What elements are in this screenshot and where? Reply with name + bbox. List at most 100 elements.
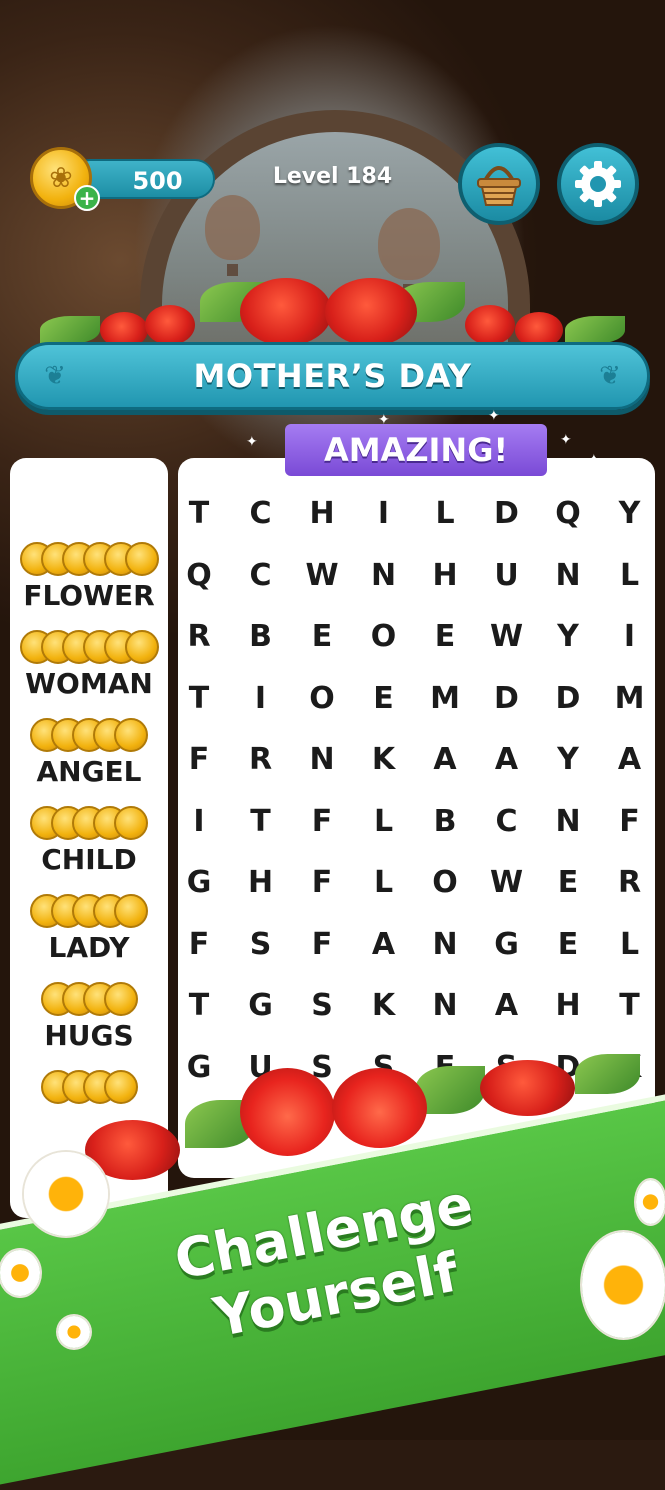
level-indicator: Level 184 [272,164,393,189]
grid-cell[interactable]: B [415,802,475,842]
grid-cell[interactable]: Q [538,494,598,534]
grid-cell[interactable]: M [415,679,475,719]
grid-cell[interactable]: T [231,802,291,842]
grid-cell[interactable]: E [292,617,352,657]
grid-cell[interactable]: K [354,740,414,780]
grid-cell[interactable]: O [415,863,475,903]
list-item: HUGS [10,982,168,1052]
list-item: ANGEL [10,718,168,788]
grid-cell[interactable]: A [477,740,537,780]
grid-cell[interactable]: L [354,802,414,842]
grid-cell[interactable]: I [600,617,660,657]
grid-cell[interactable]: N [354,556,414,596]
coin-icon [114,894,148,928]
grid-cell[interactable]: A [477,986,537,1026]
word-label: HUGS [44,1019,134,1052]
praise-ribbon: AMAZING! [285,424,547,476]
grid-cell[interactable]: R [600,863,660,903]
hot-air-balloon [205,195,260,276]
grid-cell[interactable]: A [600,740,660,780]
grid-cell[interactable]: C [231,556,291,596]
grid-cell[interactable]: T [169,986,229,1026]
grid-cell[interactable]: F [600,802,660,842]
add-coins-icon[interactable]: + [74,185,100,211]
grid-cell[interactable]: G [169,863,229,903]
grid-cell[interactable]: T [169,494,229,534]
grid-cell[interactable]: D [538,679,598,719]
grid-cell[interactable]: D [477,679,537,719]
theme-title: MOTHER’S DAY [193,357,472,395]
grid-cell[interactable]: S [231,925,291,965]
grid-cell[interactable]: F [292,802,352,842]
grid-cell[interactable]: A [415,740,475,780]
coin-icon [124,542,159,576]
grid-cell[interactable]: F [292,925,352,965]
grid-cell[interactable]: W [477,617,537,657]
grid-cell[interactable]: L [600,556,660,596]
grid-cell[interactable]: G [477,925,537,965]
grid-cell[interactable]: F [169,925,229,965]
grid-cell[interactable]: U [477,556,537,596]
rose-decoration [145,305,195,345]
grid-cell[interactable]: I [231,679,291,719]
rose-decoration [325,278,417,346]
tulip-icon: ❦ [599,361,621,391]
coin-icon [103,982,138,1016]
grid-cell[interactable]: N [538,556,598,596]
grid-cell[interactable]: S [292,986,352,1026]
grid-cell[interactable]: Y [538,617,598,657]
coin-reward [40,1070,138,1104]
grid-cell[interactable]: C [477,802,537,842]
grid-cell[interactable]: O [292,679,352,719]
list-item: WOMAN [10,630,168,700]
grid-cell[interactable]: M [600,679,660,719]
grid-cell[interactable]: A [354,925,414,965]
basket-button[interactable] [458,143,540,225]
grid-cell[interactable]: R [169,617,229,657]
grid-cell[interactable]: C [231,494,291,534]
grid-cell[interactable]: H [415,556,475,596]
grid-cell[interactable]: R [231,740,291,780]
grid-cell[interactable]: N [415,925,475,965]
grid-cell[interactable]: F [292,863,352,903]
grid-cell[interactable]: E [538,863,598,903]
grid-cell[interactable]: N [415,986,475,1026]
grid-cell[interactable]: I [354,494,414,534]
grid-cell[interactable]: T [600,986,660,1026]
grid-cell[interactable]: G [231,986,291,1026]
grid-cell[interactable]: Q [169,556,229,596]
settings-button[interactable] [557,143,639,225]
grid-cell[interactable]: L [600,925,660,965]
grid-cell[interactable]: H [231,863,291,903]
word-label: CHILD [41,843,137,876]
grid-cell[interactable]: N [538,802,598,842]
grid-cell[interactable]: W [292,556,352,596]
grid-cell[interactable]: N [292,740,352,780]
grid-cell[interactable]: W [477,863,537,903]
grid-cell[interactable]: Y [538,740,598,780]
grid-cell[interactable]: F [169,740,229,780]
grid-cell[interactable]: D [477,494,537,534]
grid-cell[interactable]: E [415,617,475,657]
grid-cell[interactable]: K [354,986,414,1026]
grid-cell[interactable]: T [169,679,229,719]
grid-cell[interactable]: Y [600,494,660,534]
theme-banner: ❦ MOTHER’S DAY ❦ [15,342,650,410]
sparkle-icon: ✦ [246,434,258,450]
grid-cell[interactable]: I [169,802,229,842]
grid-cell[interactable]: H [538,986,598,1026]
daisy-decoration [58,1316,90,1348]
grid-cell[interactable]: E [354,679,414,719]
tulip-icon: ❦ [44,361,66,391]
coin-icon [114,718,148,752]
grid-cell[interactable]: B [231,617,291,657]
grid-cell[interactable]: G [169,1048,229,1088]
grid-cell[interactable]: H [292,494,352,534]
coin-counter[interactable]: 500 ❀ + [30,147,215,211]
grid-cell[interactable]: O [354,617,414,657]
list-item: FLOWER [10,542,168,612]
grid-cell[interactable]: E [538,925,598,965]
grid-cell[interactable]: L [415,494,475,534]
grid-cell[interactable]: L [354,863,414,903]
coin-reward [30,806,148,840]
